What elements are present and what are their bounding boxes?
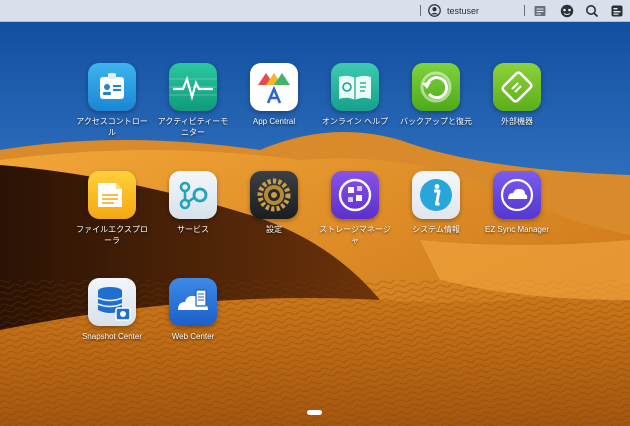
pager-dot[interactable] — [307, 410, 322, 415]
online-help-icon — [331, 63, 379, 111]
app-system-information[interactable]: システム情報 — [391, 171, 481, 235]
notes-button[interactable] — [533, 0, 547, 21]
storage-manager-icon — [331, 171, 379, 219]
app-label: 外部機器 — [501, 117, 533, 126]
connection-icon — [560, 4, 574, 17]
app-backup-restore[interactable]: バックアップと復元 — [391, 63, 481, 127]
connection-button[interactable] — [560, 0, 574, 21]
app-ez-sync-manager[interactable]: EZ Sync Manager — [472, 171, 562, 235]
app-label: 設定 — [266, 225, 282, 234]
app-label: サービス — [177, 225, 209, 234]
notes-icon — [534, 5, 546, 16]
app-label: EZ Sync Manager — [484, 225, 550, 234]
app-label: アクティビティーモニター — [157, 117, 229, 137]
external-devices-icon — [493, 63, 541, 111]
app-web-center[interactable]: Web Center — [148, 278, 238, 342]
app-label: Web Center — [171, 332, 215, 341]
user-icon — [428, 4, 441, 17]
app-storage-manager[interactable]: ストレージマネージャ — [310, 171, 400, 246]
app-label: Snapshot Center — [81, 332, 143, 341]
widget-button[interactable] — [610, 0, 624, 21]
app-settings[interactable]: 設定 — [229, 171, 319, 235]
user-menu[interactable]: testuser — [428, 0, 479, 21]
app-activity-monitor[interactable]: アクティビティーモニター — [148, 63, 238, 138]
settings-icon — [250, 171, 298, 219]
app-external-devices[interactable]: 外部機器 — [472, 63, 562, 127]
app-label: アクセスコントロール — [76, 117, 148, 137]
app-online-help[interactable]: オンライン ヘルプ — [310, 63, 400, 127]
backup-restore-icon — [412, 63, 460, 111]
search-icon — [586, 4, 599, 17]
app-label: バックアップと復元 — [400, 117, 472, 126]
app-central-icon — [250, 63, 298, 111]
app-file-explorer[interactable]: ファイルエクスプローラ — [67, 171, 157, 246]
app-label: ストレージマネージャ — [319, 225, 391, 245]
topbar-separator — [524, 5, 525, 16]
activity-monitor-icon — [169, 63, 217, 111]
access-control-icon — [88, 63, 136, 111]
file-explorer-icon — [88, 171, 136, 219]
app-app-central[interactable]: App Central — [229, 63, 319, 127]
services-icon — [169, 171, 217, 219]
web-center-icon — [169, 278, 217, 326]
app-label: ファイルエクスプローラ — [76, 225, 148, 245]
top-bar: testuser — [0, 0, 630, 22]
app-services[interactable]: サービス — [148, 171, 238, 235]
snapshot-center-icon — [88, 278, 136, 326]
system-information-icon — [412, 171, 460, 219]
app-snapshot-center[interactable]: Snapshot Center — [67, 278, 157, 342]
app-label: システム情報 — [412, 225, 460, 234]
app-label: App Central — [252, 117, 296, 126]
topbar-separator — [420, 5, 421, 16]
app-access-control[interactable]: アクセスコントロール — [67, 63, 157, 138]
username-label: testuser — [447, 5, 480, 16]
search-button[interactable] — [585, 0, 599, 21]
ez-sync-manager-icon — [493, 171, 541, 219]
app-label: オンライン ヘルプ — [321, 117, 389, 126]
widget-icon — [611, 5, 623, 16]
